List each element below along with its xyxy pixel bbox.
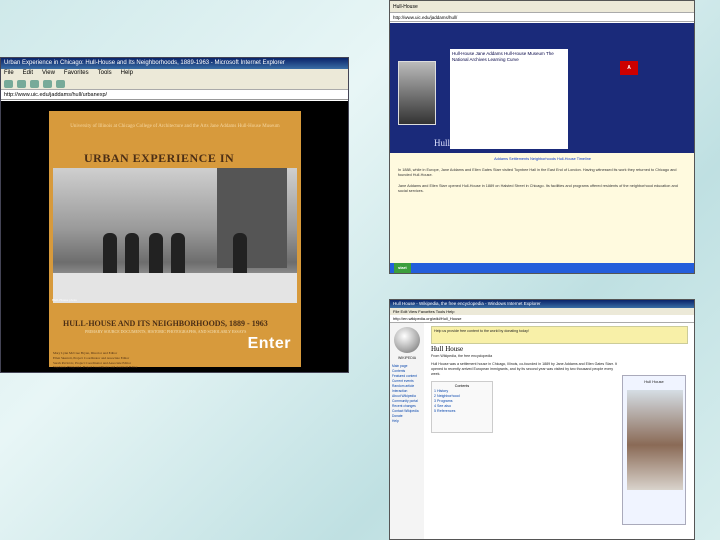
menu-tools[interactable]: Tools [98,69,112,78]
address-bar[interactable]: http://www.uic.edu/jaddams/hull/ [390,13,694,22]
start-button[interactable]: start [394,263,411,273]
home-icon[interactable] [56,79,65,88]
page-subtitle: HULL-HOUSE AND ITS NEIGHBORHOODS, 1889 -… [63,319,268,328]
snow-ground [53,273,297,303]
sidebar-link[interactable]: Help [392,419,422,424]
toolbar [1,78,348,90]
infobox-title: Hull House [644,379,664,384]
hull-house-image [398,61,436,125]
refresh-icon[interactable] [43,79,52,88]
address-bar[interactable]: http://en.wikipedia.org/wiki/Hull_House [390,315,694,323]
table-of-contents: Contents 1 History 2 Neighborhood 3 Prog… [431,381,493,433]
menu-view[interactable]: View [42,69,55,78]
menu-help[interactable]: Help [121,69,133,78]
back-icon[interactable] [4,79,13,88]
wikipedia-globe-icon[interactable] [394,327,420,353]
article-subtitle: From Wikipedia, the free encyclopedia [431,354,493,358]
forward-icon[interactable] [17,79,26,88]
tagline: PRIMARY SOURCE DOCUMENTS, HISTORIC PHOTO… [85,329,247,334]
article-body: Hull House was a settlement house in Chi… [431,362,617,376]
hull-house-site-window: Hull-House http://www.uic.edu/jaddams/hu… [389,0,695,274]
stop-icon[interactable] [30,79,39,88]
historic-photo [53,168,297,303]
article-title: Hull House [431,345,464,353]
building-shape [217,168,287,268]
wikipedia-window: Hull House - Wikipedia, the free encyclo… [389,299,695,540]
logo-label: WIKIPEDIA [397,356,417,360]
page-content: Addams Settlements Neighborhoods Hull-Ho… [390,153,694,264]
panel-text[interactable]: Hull-House Jane Addams Hull-House Museum… [450,49,568,65]
link-panel: Hull-House Jane Addams Hull-House Museum… [450,49,568,149]
header-panel: Hull House Hull-House Jane Addams Hull-H… [390,23,694,153]
infobox: Hull House [622,375,686,525]
nav-links[interactable]: Addams Settlements Neighborhoods Hull-Ho… [398,157,687,162]
credit-line: Ellen Skerrett, Project Coordinator and … [53,355,130,360]
window-title: Hull House - Wikipedia, the free encyclo… [390,300,694,308]
menu-edit[interactable]: Edit [23,69,33,78]
menu-bar[interactable]: File Edit View Favorites Tools Help [390,308,694,315]
infobox-photo[interactable] [627,390,683,490]
address-bar[interactable]: http://www.uic.edu/jaddams/hull/urbanexp… [1,90,348,100]
menu-file[interactable]: File [4,69,14,78]
wiki-sidebar: WIKIPEDIA Main page Contents Featured co… [390,323,424,539]
ie-browser-window: Urban Experience in Chicago: Hull-House … [0,57,349,373]
credits: Mary Lynn McCree Bryan, Director and Edi… [53,351,138,370]
paragraph: Jane Addams and Ellen Starr opened Hull-… [398,183,678,194]
menu-bar: File Edit View Favorites Tools Help [1,69,348,78]
photo-caption: Hull-House photo [52,298,78,302]
window-title: Urban Experience in Chicago: Hull-House … [1,58,348,69]
urban-experience-page: University of Illinois at Chicago Colleg… [49,111,301,370]
menu-favorites[interactable]: Favorites [64,69,89,78]
badge[interactable]: A [620,61,638,75]
toc-item[interactable]: 5 References [434,409,490,414]
credit-line: Stephanie Fitzgerald, Project Coordinato… [53,365,138,370]
taskbar: start [390,263,694,273]
window-title: Hull-House [390,1,694,13]
donation-banner[interactable]: Help us provide free content to the worl… [431,326,688,344]
enter-link[interactable]: Enter [248,335,291,353]
site-header: University of Illinois at Chicago Colleg… [70,124,280,129]
paragraph: In 1888, while in Europe, Jane Addams an… [398,168,677,178]
